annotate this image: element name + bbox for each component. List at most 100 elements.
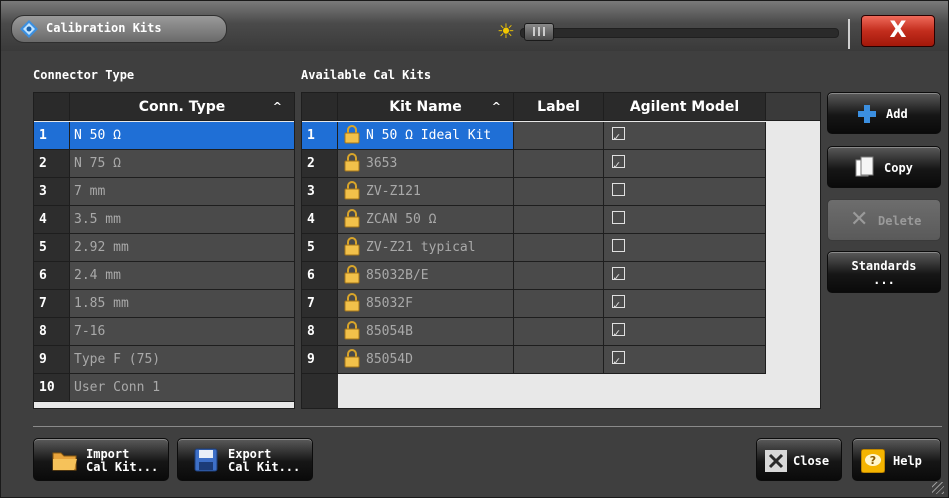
row-number[interactable]: 3 [302,178,338,206]
conn-type-cell[interactable]: Type F (75) [70,346,294,374]
label-cell[interactable] [514,150,604,178]
export-cal-kit-button[interactable]: Export Cal Kit... [177,438,313,481]
cal-kit-row[interactable]: 2 3653 [302,150,766,178]
cal-kit-row[interactable]: 4 ZCAN 50 Ω [302,206,766,234]
close-button[interactable]: Close [756,438,842,481]
agilent-model-checkbox[interactable] [612,347,625,373]
label-cell[interactable] [514,262,604,290]
connector-row[interactable]: 6 2.4 mm [34,262,294,290]
title-bar[interactable]: Calibration Kits ☀ X [1,1,948,51]
kit-name-cell[interactable]: N 50 Ω Ideal Kit [338,122,514,150]
connector-row[interactable]: 5 2.92 mm [34,234,294,262]
row-number[interactable]: 5 [302,234,338,262]
cal-kit-row[interactable]: 6 85032B/E [302,262,766,290]
row-number[interactable]: 8 [302,318,338,346]
agilent-model-checkbox[interactable] [612,123,625,149]
label-cell[interactable] [514,122,604,150]
conn-type-cell[interactable]: N 50 Ω [70,122,294,150]
connector-row[interactable]: 10 User Conn 1 [34,374,294,402]
conn-type-cell[interactable]: 2.4 mm [70,262,294,290]
conn-type-cell[interactable]: 7 mm [70,178,294,206]
row-number[interactable]: 8 [34,318,70,346]
kit-name-column-header[interactable]: Kit Name ^ [338,93,514,121]
agilent-model-checkbox[interactable] [612,263,625,289]
resize-grip[interactable] [932,482,944,494]
conn-type-cell[interactable]: User Conn 1 [70,374,294,402]
connector-row[interactable]: 4 3.5 mm [34,206,294,234]
agilent-model-checkbox[interactable] [612,151,625,177]
connector-type-table[interactable]: Conn. Type ^ 1N 50 Ω2N 75 Ω37 mm 4 3.5 mm 5… [33,92,295,409]
row-number[interactable]: 2 [34,150,70,178]
transparency-slider-track[interactable] [520,28,839,38]
cal-kit-row[interactable]: 3 ZV-Z121 [302,178,766,206]
kit-name-cell[interactable]: ZV-Z21 typical [338,234,514,262]
agilent-model-checkbox[interactable] [612,239,625,252]
kit-name-cell[interactable]: 85032B/E [338,262,514,290]
agilent-model-column-header[interactable]: Agilent Model [604,93,766,121]
kit-name-cell[interactable]: 85032F [338,290,514,318]
agilent-model-cell[interactable] [604,150,766,178]
agilent-model-cell[interactable] [604,290,766,318]
row-number[interactable]: 6 [302,262,338,290]
transparency-slider-thumb[interactable] [524,23,554,41]
conn-type-column-header[interactable]: Conn. Type ^ [70,93,294,121]
agilent-model-cell[interactable] [604,262,766,290]
label-cell[interactable] [514,346,604,374]
cal-kit-row[interactable]: 8 85054B [302,318,766,346]
row-number[interactable]: 1 [302,122,338,150]
label-cell[interactable] [514,178,604,206]
kit-name-cell[interactable]: ZCAN 50 Ω [338,206,514,234]
row-number[interactable]: 5 [34,234,70,262]
kit-name-cell[interactable]: 85054D [338,346,514,374]
conn-type-cell[interactable]: N 75 Ω [70,150,294,178]
conn-type-cell[interactable]: 2.92 mm [70,234,294,262]
agilent-model-cell[interactable] [604,178,766,206]
row-number[interactable]: 10 [34,374,70,402]
agilent-model-cell[interactable] [604,318,766,346]
connector-row[interactable]: 2N 75 Ω [34,150,294,178]
agilent-model-cell[interactable] [604,346,766,374]
import-cal-kit-button[interactable]: Import Cal Kit... [33,438,169,481]
copy-button[interactable]: Copy [827,146,941,188]
conn-type-cell[interactable]: 1.85 mm [70,290,294,318]
connector-row[interactable]: 9 Type F (75) [34,346,294,374]
row-number[interactable]: 7 [302,290,338,318]
window-close-button[interactable]: X [861,15,935,47]
cal-kit-row[interactable]: 5 ZV-Z21 typical [302,234,766,262]
kit-name-cell[interactable]: ZV-Z121 [338,178,514,206]
label-column-header[interactable]: Label [514,93,604,121]
label-cell[interactable] [514,206,604,234]
agilent-model-checkbox[interactable] [612,211,625,224]
connector-row[interactable]: 37 mm [34,178,294,206]
row-number[interactable]: 1 [34,122,70,150]
label-cell[interactable] [514,318,604,346]
row-number[interactable]: 6 [34,262,70,290]
kit-name-cell[interactable]: 85054B [338,318,514,346]
row-number[interactable]: 7 [34,290,70,318]
label-cell[interactable] [514,234,604,262]
agilent-model-cell[interactable] [604,234,766,262]
cal-kits-table[interactable]: Kit Name ^ Label Agilent Model 1 N 50 Ω I… [301,92,821,409]
add-button[interactable]: Add [827,92,941,134]
conn-type-cell[interactable]: 7-16 [70,318,294,346]
row-number[interactable]: 4 [34,206,70,234]
kit-name-cell[interactable]: 3653 [338,150,514,178]
row-number[interactable]: 2 [302,150,338,178]
cal-kit-row[interactable]: 9 85054D [302,346,766,374]
agilent-model-cell[interactable] [604,122,766,150]
agilent-model-checkbox[interactable] [612,291,625,317]
connector-row[interactable]: 8 7-16 [34,318,294,346]
delete-button[interactable]: ✕ Delete [827,199,941,241]
label-cell[interactable] [514,290,604,318]
connector-row[interactable]: 1N 50 Ω [34,122,294,150]
conn-type-cell[interactable]: 3.5 mm [70,206,294,234]
row-number[interactable]: 9 [302,346,338,374]
connector-row[interactable]: 7 1.85 mm [34,290,294,318]
cal-kit-row[interactable]: 1 N 50 Ω Ideal Kit [302,122,766,150]
row-number[interactable]: 9 [34,346,70,374]
help-button[interactable]: ? Help [852,438,941,481]
agilent-model-checkbox[interactable] [612,183,625,196]
row-number[interactable]: 3 [34,178,70,206]
agilent-model-cell[interactable] [604,206,766,234]
row-number[interactable]: 4 [302,206,338,234]
